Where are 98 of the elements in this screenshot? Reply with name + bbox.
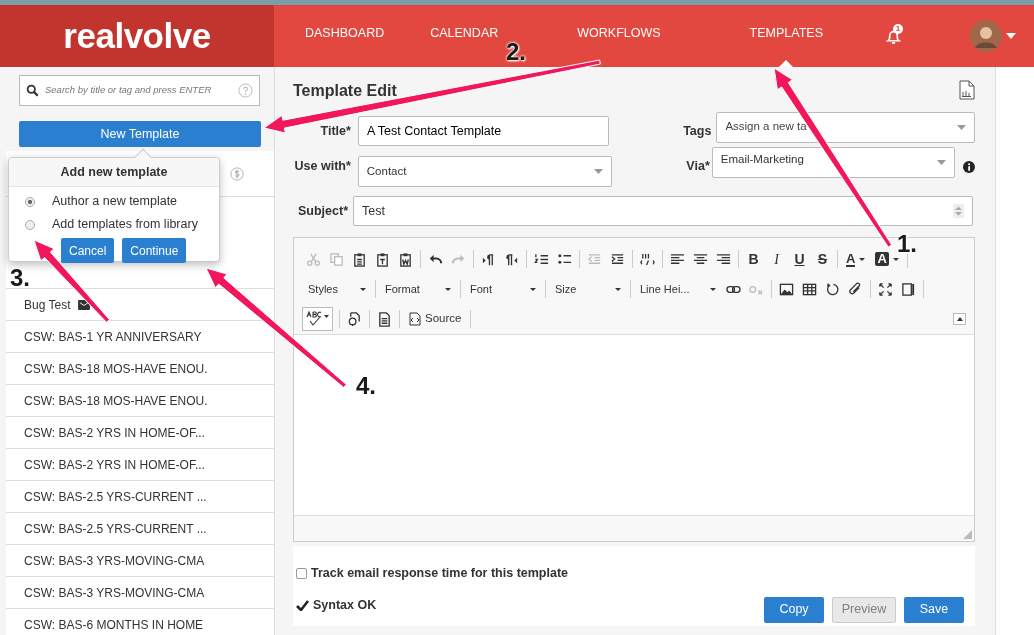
use-with-select[interactable]: Contact bbox=[357, 156, 613, 187]
refresh-icon[interactable] bbox=[825, 281, 840, 297]
format-dropdown[interactable]: Font bbox=[464, 280, 542, 298]
checkbox[interactable] bbox=[296, 567, 307, 579]
text-color-button[interactable]: A bbox=[841, 251, 871, 267]
collapse-toolbar-button[interactable] bbox=[953, 313, 966, 325]
template-list-item[interactable]: CSW: BAS-18 MOS-HAVE ENOU. bbox=[6, 352, 274, 384]
right-to-left-icon[interactable] bbox=[504, 251, 519, 267]
nav-link[interactable]: TEMPLATES bbox=[749, 5, 823, 67]
popover-title: Add new template bbox=[9, 158, 219, 187]
caret-icon bbox=[957, 124, 966, 130]
template-list-item[interactable]: CSW: BAS-3 YRS-MOVING-CMA bbox=[6, 576, 274, 608]
image-icon[interactable] bbox=[779, 281, 794, 297]
numbered-list-icon[interactable] bbox=[534, 251, 549, 267]
code-icon bbox=[409, 312, 421, 326]
report-icon[interactable] bbox=[959, 80, 975, 100]
search-field[interactable]: Search by title or tag and press ENTER bbox=[19, 75, 260, 106]
template-list-item[interactable]: CSW: BAS-2.5 YRS-CURRENT ... bbox=[6, 480, 274, 512]
align-right-icon[interactable] bbox=[716, 251, 731, 267]
popover-button[interactable]: Continue bbox=[122, 238, 187, 263]
subject-field[interactable]: Test bbox=[353, 196, 973, 226]
bullet-list-icon[interactable] bbox=[557, 251, 572, 267]
align-left-icon[interactable] bbox=[670, 251, 685, 267]
paste-text-icon[interactable] bbox=[375, 251, 390, 267]
page-heading: Template Edit bbox=[293, 81, 397, 101]
user-menu[interactable] bbox=[970, 20, 1016, 52]
caret-icon bbox=[859, 257, 866, 261]
caret-icon bbox=[892, 257, 899, 261]
radio-option[interactable]: Author a new template bbox=[25, 190, 219, 213]
tags-select[interactable]: Assign a new ta bbox=[716, 111, 975, 143]
step-number: 4. bbox=[356, 374, 376, 398]
align-center-icon[interactable] bbox=[693, 251, 708, 267]
syntax-status: Syntax OK bbox=[313, 597, 377, 615]
caret-icon bbox=[594, 169, 604, 174]
step-number: 2. bbox=[506, 40, 526, 64]
bell-icon bbox=[885, 28, 902, 46]
maximize-icon[interactable] bbox=[878, 281, 893, 297]
field-label: Subject* bbox=[297, 202, 348, 220]
left-to-right-icon[interactable] bbox=[481, 251, 496, 267]
show-blocks-icon[interactable] bbox=[901, 281, 916, 297]
format-dropdown[interactable]: Format bbox=[379, 280, 457, 298]
nav-link[interactable]: CALENDAR bbox=[430, 5, 499, 67]
title-field[interactable]: A Test Contact Template bbox=[357, 116, 609, 146]
indent-icon[interactable] bbox=[610, 251, 625, 267]
caret-icon bbox=[710, 287, 716, 291]
popover-button[interactable]: Cancel bbox=[61, 238, 115, 263]
template-icon[interactable] bbox=[347, 311, 362, 327]
avatar bbox=[970, 20, 1002, 52]
caret-icon bbox=[615, 287, 621, 291]
caret-icon bbox=[937, 160, 947, 165]
notification-bell[interactable]: 1 bbox=[885, 26, 902, 46]
table-icon[interactable] bbox=[802, 281, 817, 297]
paste-icon[interactable] bbox=[352, 251, 367, 267]
nav-link[interactable]: WORKFLOWS bbox=[577, 5, 661, 67]
format-dropdown[interactable]: Styles bbox=[302, 280, 372, 298]
search-input[interactable]: Search by title or tag and press ENTER bbox=[43, 82, 234, 99]
nav-link[interactable]: DASHBOARD bbox=[305, 5, 385, 67]
caret-icon bbox=[445, 287, 451, 291]
template-list-item[interactable]: CSW: BAS-2.5 YRS-CURRENT ... bbox=[6, 512, 274, 544]
field-label: Use with* bbox=[293, 158, 351, 176]
document-icon[interactable] bbox=[377, 311, 392, 327]
source-button[interactable]: Source bbox=[403, 310, 468, 328]
spellcheck-button[interactable] bbox=[302, 307, 333, 331]
format-dropdown[interactable]: Line Hei... bbox=[634, 280, 722, 298]
template-list-item[interactable]: CSW: BAS-6 MONTHS IN HOME bbox=[6, 608, 274, 635]
paperclip-icon[interactable] bbox=[848, 281, 863, 297]
template-list-item[interactable]: CSW: BAS-2 YRS IN HOME-OF... bbox=[6, 448, 274, 480]
field-label: Tags bbox=[682, 122, 712, 140]
footer-button[interactable]: Copy bbox=[764, 596, 824, 623]
checkbox-label: Track email response time for this template bbox=[311, 565, 569, 582]
logo[interactable]: realvolve bbox=[0, 5, 274, 67]
step-number: 3. bbox=[10, 266, 30, 290]
template-list-item[interactable]: CSW: BAS-3 YRS-MOVING-CMA bbox=[6, 544, 274, 576]
footer-button[interactable]: Save bbox=[904, 596, 964, 623]
spellcheck-icon bbox=[305, 311, 330, 327]
check-icon bbox=[296, 600, 309, 612]
search-icon bbox=[26, 84, 39, 97]
caret-icon bbox=[360, 287, 366, 291]
resize-grip-icon[interactable] bbox=[963, 530, 972, 539]
caret-icon bbox=[956, 317, 963, 321]
template-list-item[interactable]: CSW: BAS-2 YRS IN HOME-OF... bbox=[6, 416, 274, 448]
via-select[interactable]: Email-Marketing bbox=[711, 147, 956, 178]
italic-button[interactable]: I bbox=[765, 248, 788, 270]
bold-button[interactable]: B bbox=[742, 248, 765, 270]
strikethrough-button[interactable]: S bbox=[811, 248, 834, 270]
template-list-item[interactable]: CSW: BAS-18 MOS-HAVE ENOU. bbox=[6, 384, 274, 416]
notification-count: 1 bbox=[893, 23, 903, 34]
radio-option[interactable]: Add templates from library bbox=[25, 213, 219, 236]
underline-button[interactable]: U bbox=[788, 248, 811, 270]
div-icon[interactable] bbox=[640, 251, 655, 267]
paste-word-icon[interactable] bbox=[398, 251, 413, 267]
caret-icon bbox=[530, 287, 536, 291]
info-icon[interactable] bbox=[963, 160, 975, 173]
field-label: Title* bbox=[319, 122, 351, 140]
caret-icon bbox=[1006, 33, 1016, 39]
field-label: Via* bbox=[685, 158, 710, 176]
new-template-button[interactable]: New Template bbox=[19, 121, 261, 147]
format-dropdown[interactable]: Size bbox=[549, 280, 627, 298]
